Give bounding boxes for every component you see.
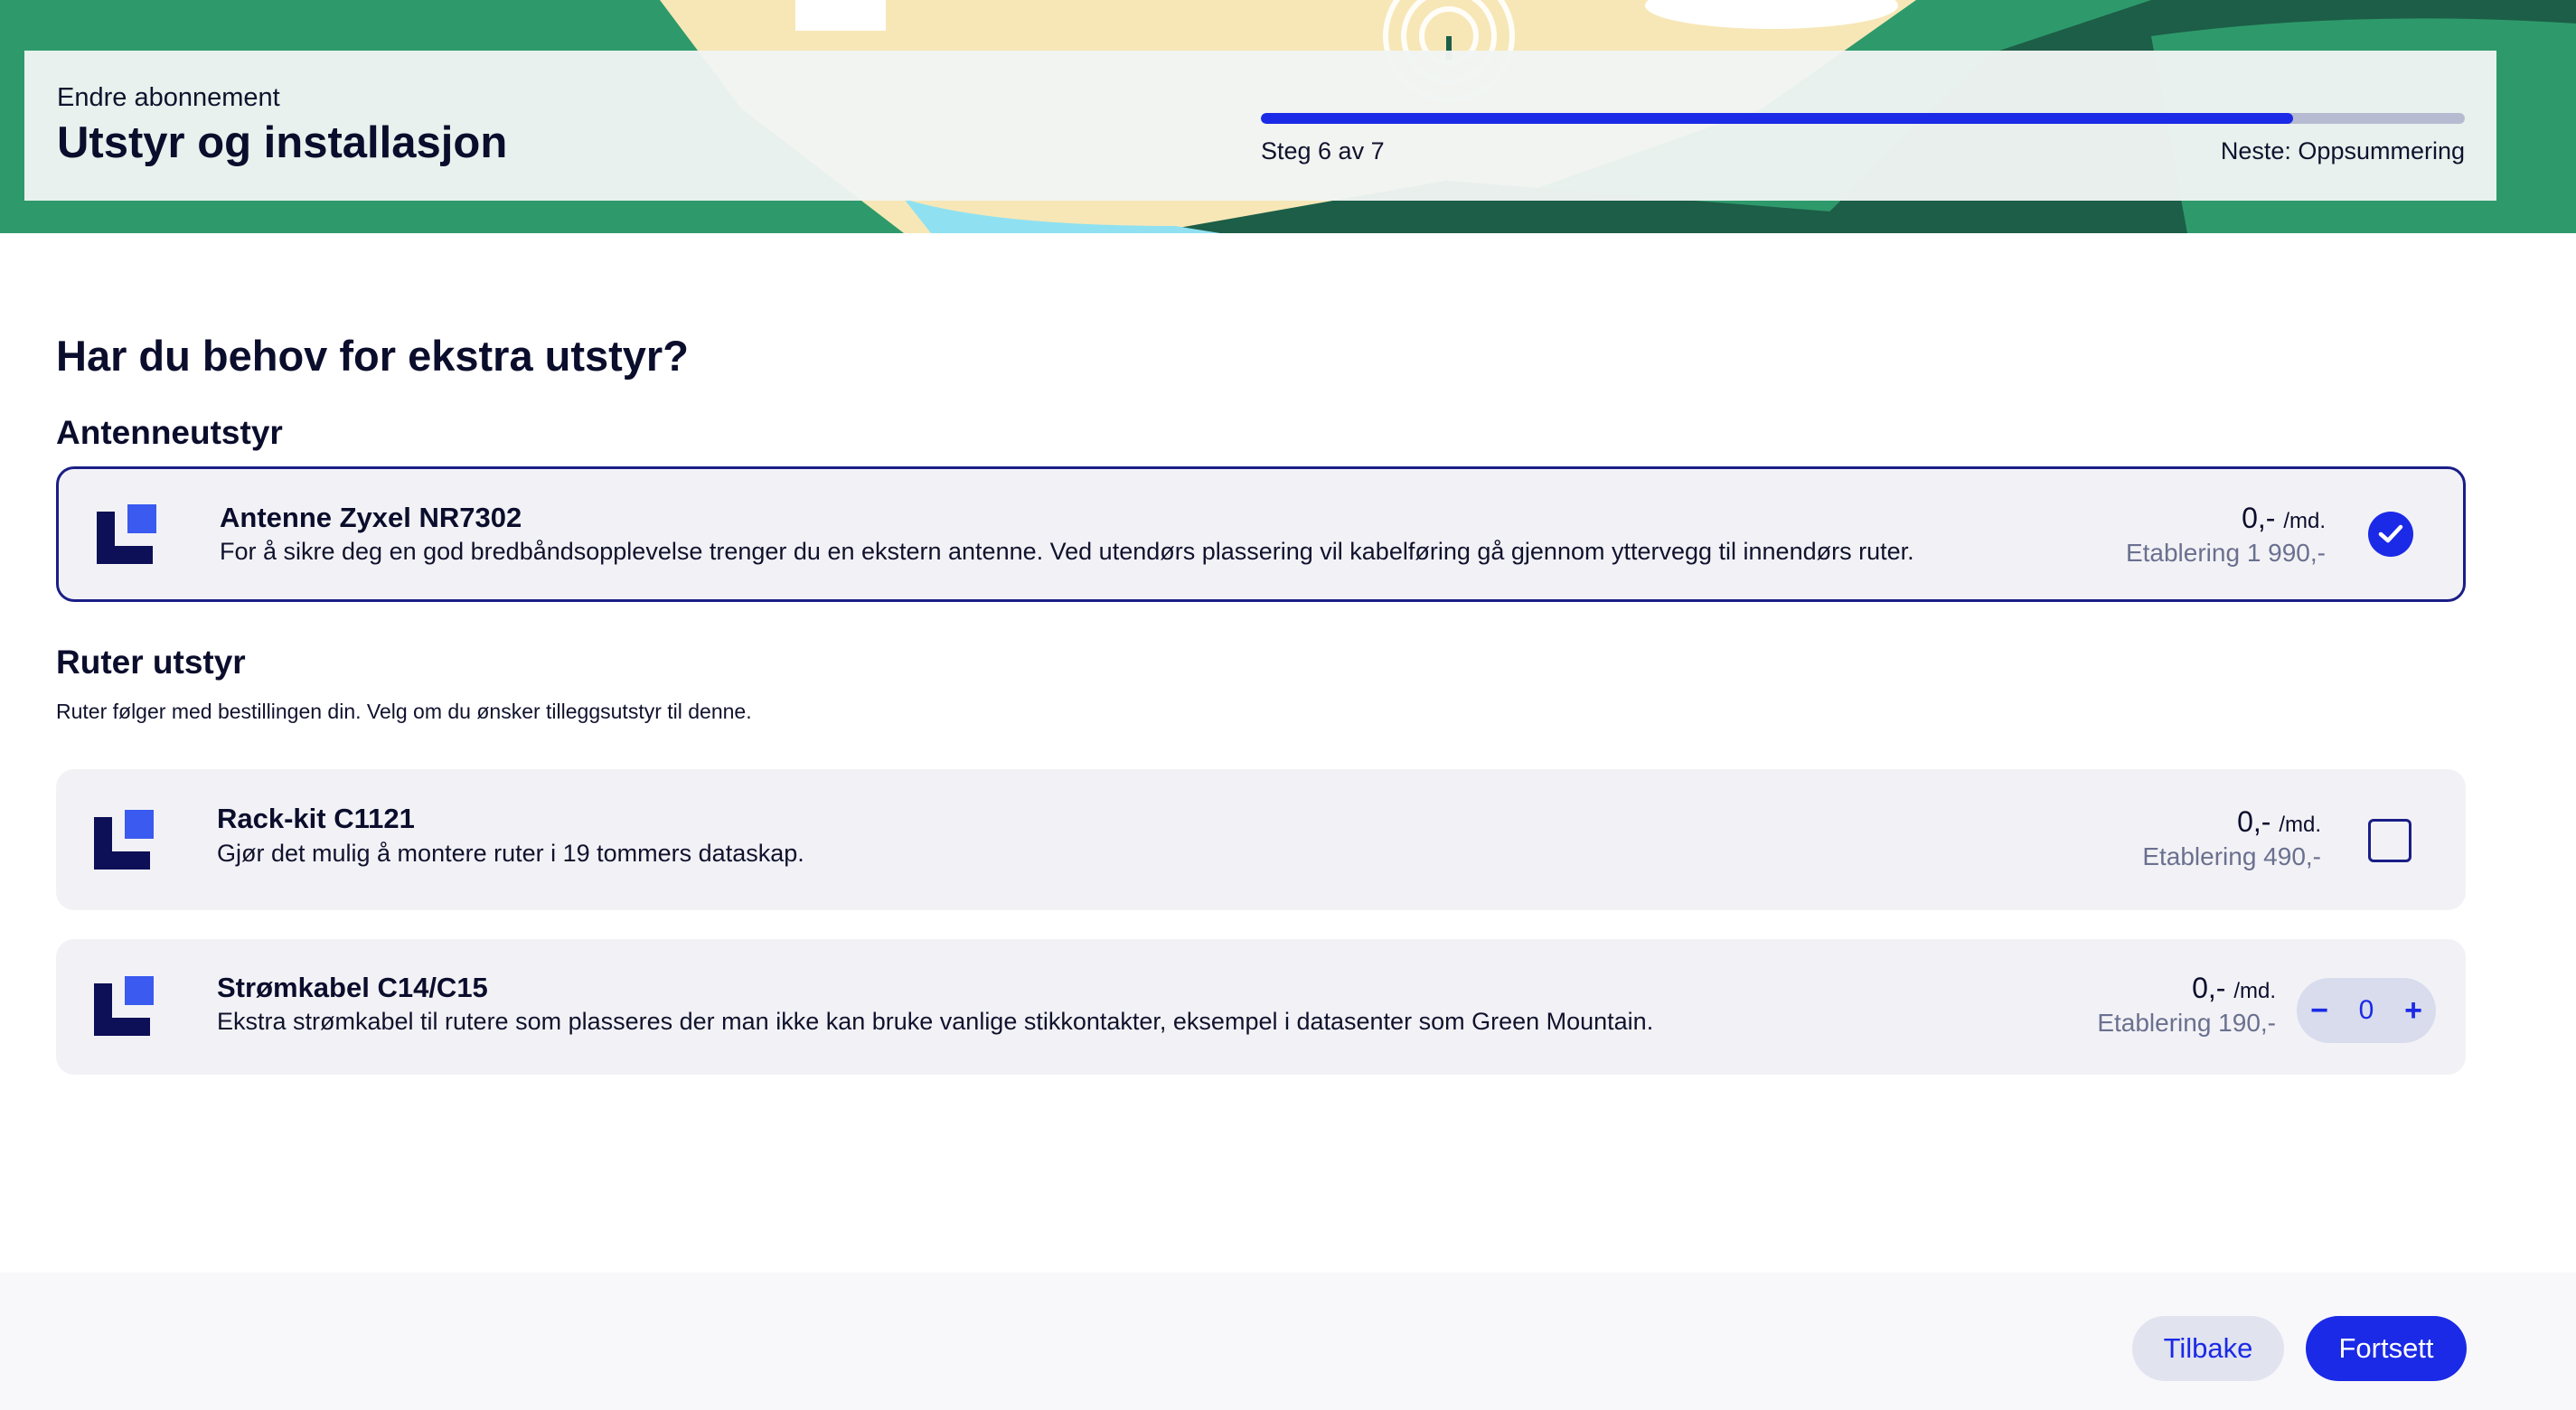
select-checkbox[interactable]: [2368, 819, 2411, 862]
step-indicator: Steg 6 av 7: [1261, 137, 1385, 164]
product-name: Antenne Zyxel NR7302: [220, 502, 522, 533]
price-unit: /md.: [2283, 509, 2326, 533]
section-description-router: Ruter følger med bestillingen din. Velg …: [56, 700, 752, 723]
product-card-rack-kit[interactable]: Rack-kit C1121 Gjør det mulig å montere …: [56, 769, 2466, 910]
back-button[interactable]: Tilbake: [2132, 1316, 2284, 1381]
increment-button[interactable]: +: [2391, 978, 2436, 1043]
header-subtitle: Endre abonnement: [57, 83, 280, 112]
price-amount: 0,-: [2242, 502, 2276, 534]
continue-button[interactable]: Fortsett: [2306, 1316, 2467, 1381]
section-title-antenna: Antenneutstyr: [56, 414, 283, 451]
setup-fee: Etablering 490,-: [2142, 842, 2321, 870]
product-price: 0,- /md.: [2192, 972, 2276, 1005]
progress-fill: [1261, 113, 2293, 124]
progress-bar: [1261, 113, 2465, 124]
footer-bar: Tilbake Fortsett: [0, 1273, 2576, 1410]
next-step-label: Neste: Oppsummering: [2220, 137, 2465, 164]
decrement-button[interactable]: −: [2297, 978, 2342, 1043]
price-amount: 0,-: [2237, 805, 2271, 838]
product-logo-icon: [94, 976, 154, 1036]
header-card: Endre abonnement Utstyr og installasjon …: [24, 51, 2496, 201]
hero-banner: Endre abonnement Utstyr og installasjon …: [0, 0, 2576, 233]
price-unit: /md.: [2279, 813, 2321, 837]
price-unit: /md.: [2233, 979, 2276, 1003]
product-logo-icon: [97, 504, 156, 564]
product-logo-icon: [94, 810, 154, 870]
checkmark-icon: [2378, 524, 2403, 543]
product-price: 0,- /md.: [2237, 805, 2321, 839]
product-description: Gjør det mulig å montere ruter i 19 tomm…: [217, 840, 804, 867]
product-name: Rack-kit C1121: [217, 803, 415, 834]
product-price: 0,- /md.: [2242, 502, 2326, 535]
setup-fee: Etablering 190,-: [2097, 1009, 2276, 1037]
product-card-antenna[interactable]: Antenne Zyxel NR7302 For å sikre deg en …: [56, 466, 2466, 602]
price-amount: 0,-: [2192, 972, 2226, 1004]
product-card-power-cable[interactable]: Strømkabel C14/C15 Ekstra strømkabel til…: [56, 939, 2466, 1075]
setup-fee: Etablering 1 990,-: [2125, 539, 2326, 567]
select-checkbox-checked[interactable]: [2368, 512, 2413, 557]
product-description: Ekstra strømkabel til rutere som plasser…: [217, 1008, 1654, 1035]
question-heading: Har du behov for ekstra utstyr?: [56, 332, 689, 380]
product-name: Strømkabel C14/C15: [217, 972, 488, 1003]
page-title: Utstyr og installasjon: [57, 118, 508, 167]
quantity-value: 0: [2358, 995, 2374, 1025]
product-description: For å sikre deg en god bredbåndsopplevel…: [220, 538, 1914, 565]
section-title-router: Ruter utstyr: [56, 644, 246, 681]
quantity-stepper: − 0 +: [2297, 978, 2436, 1043]
